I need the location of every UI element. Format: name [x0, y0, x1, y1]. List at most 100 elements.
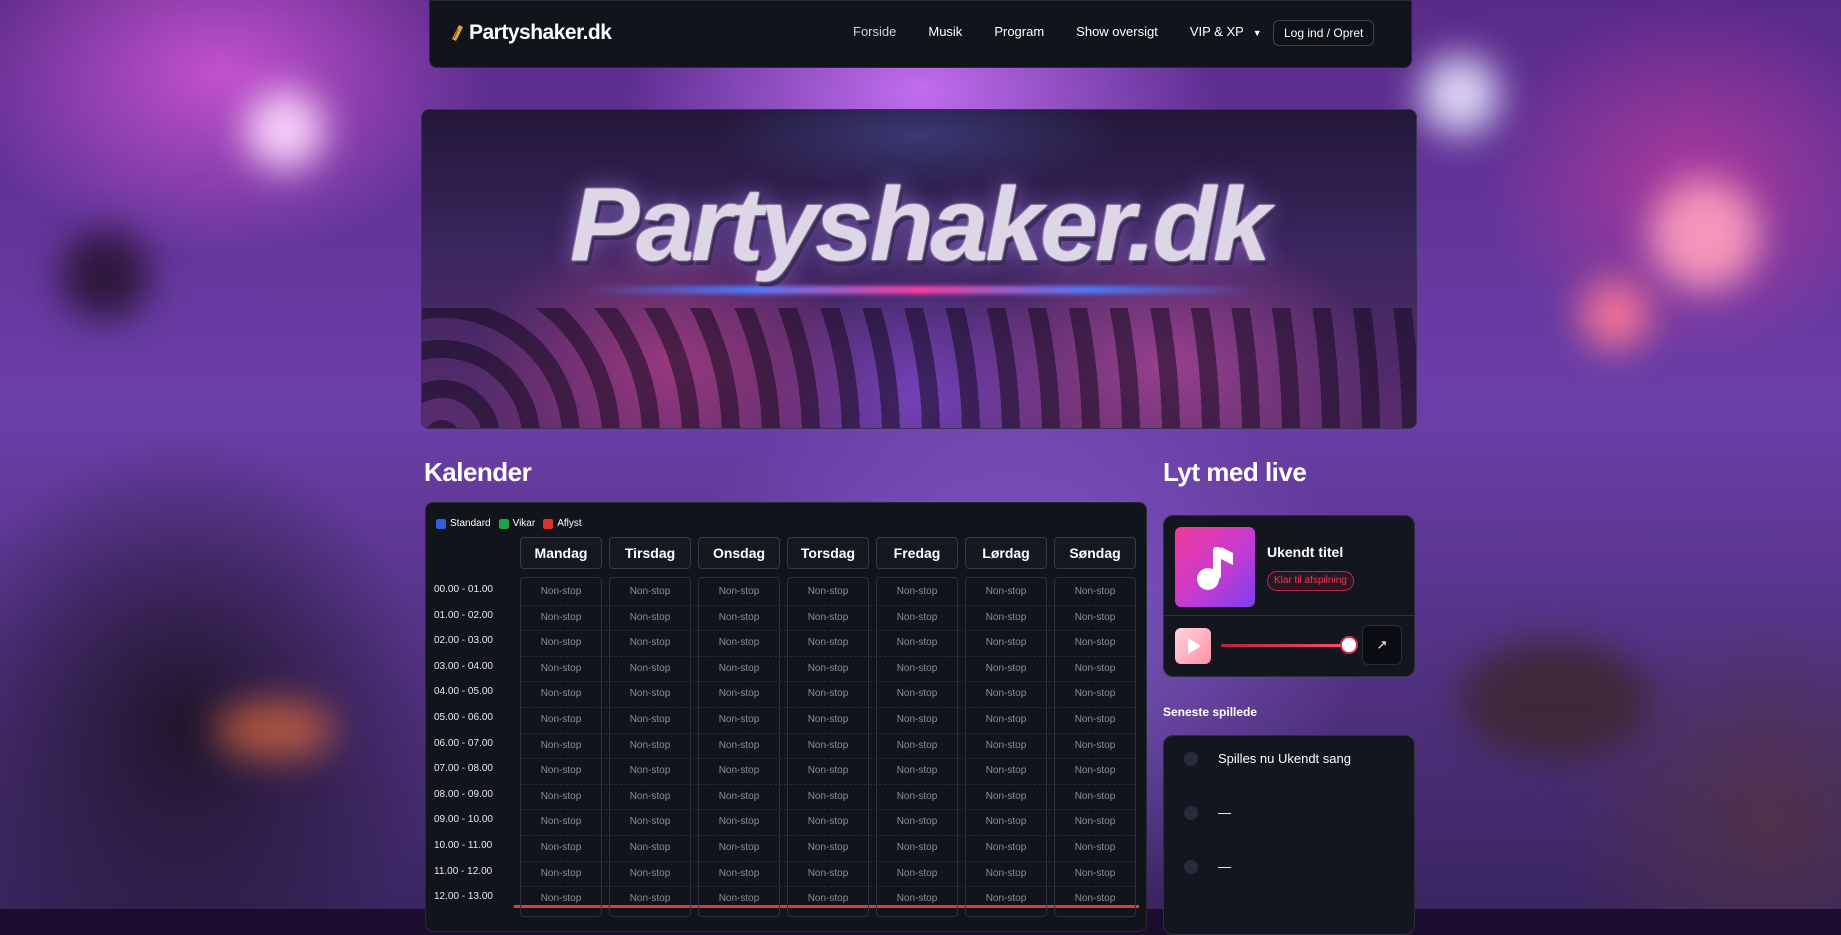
schedule-cell[interactable]: Non-stop: [1054, 714, 1136, 725]
schedule-cell[interactable]: Non-stop: [787, 637, 869, 648]
schedule-cell[interactable]: Non-stop: [609, 842, 691, 853]
login-button[interactable]: Log ind / Opret: [1273, 20, 1375, 46]
schedule-cell[interactable]: Non-stop: [787, 765, 869, 776]
schedule-cell[interactable]: Non-stop: [609, 740, 691, 751]
schedule-cell[interactable]: Non-stop: [609, 586, 691, 597]
schedule-cell[interactable]: Non-stop: [609, 714, 691, 725]
schedule-cell[interactable]: Non-stop: [1054, 893, 1136, 904]
schedule-cell[interactable]: Non-stop: [609, 663, 691, 674]
schedule-cell[interactable]: Non-stop: [965, 893, 1047, 904]
schedule-cell[interactable]: Non-stop: [876, 714, 958, 725]
schedule-cell[interactable]: Non-stop: [876, 893, 958, 904]
schedule-cell[interactable]: Non-stop: [520, 688, 602, 699]
schedule-cell[interactable]: Non-stop: [609, 612, 691, 623]
schedule-cell[interactable]: Non-stop: [876, 688, 958, 699]
schedule-cell[interactable]: Non-stop: [787, 791, 869, 802]
schedule-cell[interactable]: Non-stop: [787, 714, 869, 725]
schedule-cell[interactable]: Non-stop: [609, 868, 691, 879]
schedule-cell[interactable]: Non-stop: [520, 765, 602, 776]
schedule-cell[interactable]: Non-stop: [965, 765, 1047, 776]
schedule-cell[interactable]: Non-stop: [609, 791, 691, 802]
schedule-cell[interactable]: Non-stop: [520, 740, 602, 751]
schedule-cell[interactable]: Non-stop: [965, 816, 1047, 827]
schedule-cell[interactable]: Non-stop: [520, 816, 602, 827]
schedule-cell[interactable]: Non-stop: [609, 688, 691, 699]
schedule-cell[interactable]: Non-stop: [609, 893, 691, 904]
schedule-cell[interactable]: Non-stop: [1054, 637, 1136, 648]
schedule-cell[interactable]: Non-stop: [609, 765, 691, 776]
schedule-cell[interactable]: Non-stop: [520, 791, 602, 802]
schedule-cell[interactable]: Non-stop: [609, 637, 691, 648]
schedule-cell[interactable]: Non-stop: [698, 868, 780, 879]
schedule-cell[interactable]: Non-stop: [1054, 663, 1136, 674]
schedule-cell[interactable]: Non-stop: [698, 842, 780, 853]
schedule-cell[interactable]: Non-stop: [698, 740, 780, 751]
nav-vip-xp-dropdown[interactable]: VIP & XP ▼: [1190, 24, 1262, 39]
schedule-cell[interactable]: Non-stop: [698, 612, 780, 623]
schedule-cell[interactable]: Non-stop: [787, 816, 869, 827]
schedule-cell[interactable]: Non-stop: [965, 663, 1047, 674]
schedule-cell[interactable]: Non-stop: [787, 663, 869, 674]
schedule-cell[interactable]: Non-stop: [876, 765, 958, 776]
schedule-cell[interactable]: Non-stop: [787, 688, 869, 699]
schedule-cell[interactable]: Non-stop: [876, 868, 958, 879]
schedule-cell[interactable]: Non-stop: [520, 714, 602, 725]
schedule-cell[interactable]: Non-stop: [1054, 816, 1136, 827]
schedule-cell[interactable]: Non-stop: [698, 893, 780, 904]
schedule-cell[interactable]: Non-stop: [520, 612, 602, 623]
schedule-cell[interactable]: Non-stop: [520, 893, 602, 904]
nav-forside[interactable]: Forside: [853, 24, 896, 39]
schedule-cell[interactable]: Non-stop: [609, 816, 691, 827]
schedule-cell[interactable]: Non-stop: [965, 842, 1047, 853]
schedule-cell[interactable]: Non-stop: [965, 714, 1047, 725]
volume-slider[interactable]: [1221, 644, 1349, 647]
nav-musik[interactable]: Musik: [928, 24, 962, 39]
schedule-cell[interactable]: Non-stop: [1054, 868, 1136, 879]
schedule-cell[interactable]: Non-stop: [1054, 765, 1136, 776]
schedule-cell[interactable]: Non-stop: [1054, 842, 1136, 853]
schedule-cell[interactable]: Non-stop: [520, 637, 602, 648]
schedule-cell[interactable]: Non-stop: [1054, 791, 1136, 802]
schedule-cell[interactable]: Non-stop: [876, 637, 958, 648]
schedule-cell[interactable]: Non-stop: [520, 586, 602, 597]
schedule-cell[interactable]: Non-stop: [965, 612, 1047, 623]
schedule-cell[interactable]: Non-stop: [787, 893, 869, 904]
schedule-cell[interactable]: Non-stop: [520, 868, 602, 879]
volume-slider-thumb[interactable]: [1342, 638, 1356, 652]
nav-show-oversigt[interactable]: Show oversigt: [1076, 24, 1158, 39]
schedule-cell[interactable]: Non-stop: [698, 765, 780, 776]
schedule-cell[interactable]: Non-stop: [698, 816, 780, 827]
schedule-cell[interactable]: Non-stop: [876, 816, 958, 827]
schedule-cell[interactable]: Non-stop: [965, 740, 1047, 751]
schedule-cell[interactable]: Non-stop: [1054, 586, 1136, 597]
schedule-cell[interactable]: Non-stop: [965, 791, 1047, 802]
schedule-cell[interactable]: Non-stop: [965, 868, 1047, 879]
schedule-cell[interactable]: Non-stop: [876, 663, 958, 674]
schedule-cell[interactable]: Non-stop: [876, 791, 958, 802]
schedule-cell[interactable]: Non-stop: [876, 586, 958, 597]
nav-program[interactable]: Program: [994, 24, 1044, 39]
schedule-cell[interactable]: Non-stop: [965, 586, 1047, 597]
schedule-cell[interactable]: Non-stop: [876, 842, 958, 853]
schedule-cell[interactable]: Non-stop: [787, 842, 869, 853]
schedule-cell[interactable]: Non-stop: [698, 663, 780, 674]
schedule-cell[interactable]: Non-stop: [698, 714, 780, 725]
schedule-cell[interactable]: Non-stop: [787, 868, 869, 879]
schedule-cell[interactable]: Non-stop: [1054, 612, 1136, 623]
schedule-cell[interactable]: Non-stop: [698, 637, 780, 648]
schedule-cell[interactable]: Non-stop: [787, 740, 869, 751]
schedule-cell[interactable]: Non-stop: [698, 688, 780, 699]
schedule-cell[interactable]: Non-stop: [520, 663, 602, 674]
schedule-cell[interactable]: Non-stop: [965, 688, 1047, 699]
play-button[interactable]: [1175, 628, 1211, 664]
schedule-cell[interactable]: Non-stop: [1054, 688, 1136, 699]
schedule-cell[interactable]: Non-stop: [698, 791, 780, 802]
schedule-cell[interactable]: Non-stop: [1054, 740, 1136, 751]
schedule-cell[interactable]: Non-stop: [876, 740, 958, 751]
schedule-cell[interactable]: Non-stop: [876, 612, 958, 623]
brand-logo[interactable]: Partyshaker.dk: [450, 21, 612, 45]
schedule-cell[interactable]: Non-stop: [965, 637, 1047, 648]
schedule-cell[interactable]: Non-stop: [698, 586, 780, 597]
schedule-cell[interactable]: Non-stop: [787, 586, 869, 597]
schedule-cell[interactable]: Non-stop: [787, 612, 869, 623]
